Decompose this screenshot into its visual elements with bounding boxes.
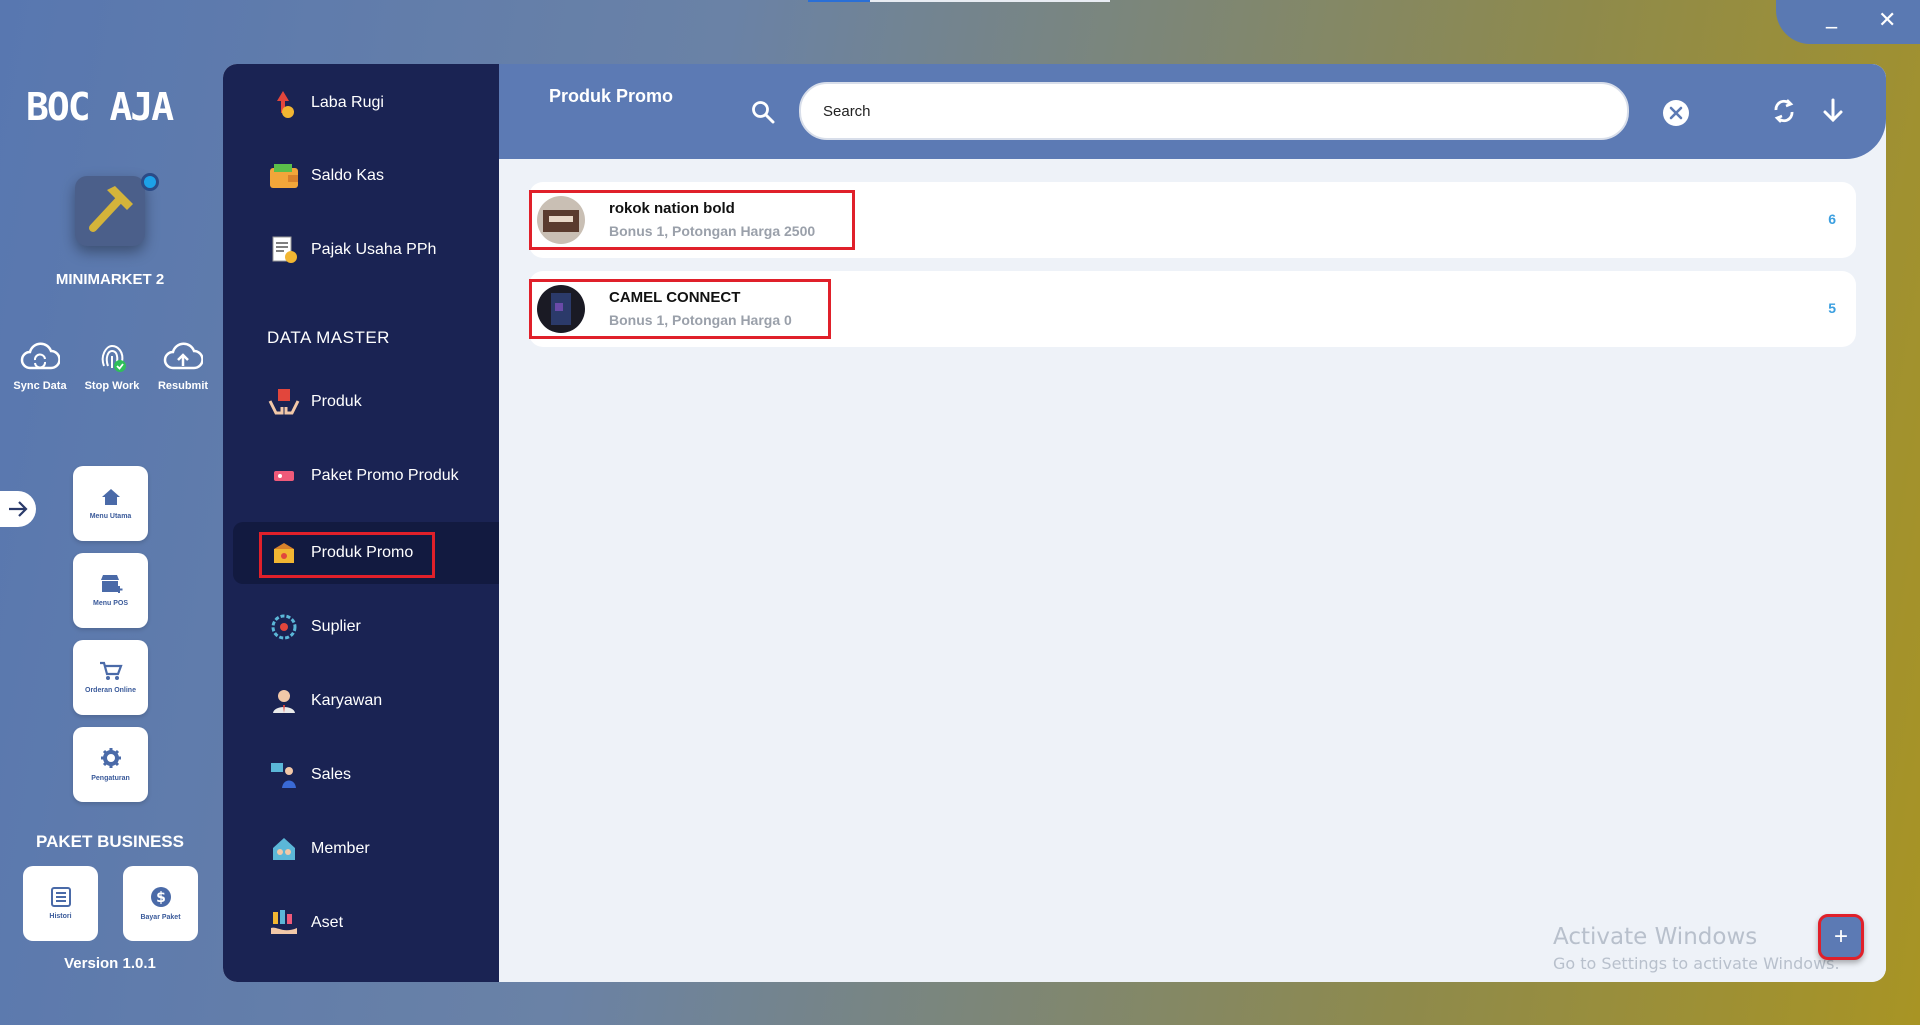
pengaturan-tile[interactable]: Pengaturan	[73, 727, 148, 802]
wallet-icon	[267, 159, 301, 193]
row-highlight	[529, 279, 831, 339]
window-controls: _ ✕	[1776, 0, 1920, 44]
orderan-online-tile[interactable]: Orderan Online	[73, 640, 148, 715]
refresh-icon[interactable]	[1772, 98, 1796, 124]
promo-quantity: 5	[1828, 300, 1836, 316]
add-promo-button[interactable]: +	[1818, 914, 1864, 960]
menu-pos-label: Menu POS	[92, 600, 128, 607]
sidebar-item-label: Sales	[311, 766, 352, 783]
expand-button[interactable]	[0, 491, 36, 527]
section-label-data-master: DATA MASTER	[267, 328, 390, 347]
search-icon[interactable]	[751, 100, 775, 124]
pengaturan-label: Pengaturan	[91, 775, 130, 782]
sidebar-item-laba-rugi[interactable]: Laba Rugi	[233, 72, 499, 134]
sidebar-item-paket-promo[interactable]: Paket Promo Produk	[233, 445, 499, 507]
stop-work-label: Stop Work	[84, 380, 140, 392]
page-title: Produk Promo	[549, 86, 674, 106]
cloud-sync-icon	[20, 342, 60, 370]
row-highlight	[529, 190, 855, 250]
dollar-icon: $	[150, 887, 171, 907]
bayar-paket-label: Bayar Paket	[140, 914, 181, 921]
sidebar-item-sales[interactable]: Sales	[233, 744, 499, 806]
hammer-icon	[89, 186, 133, 232]
sidebar-item-suplier[interactable]: Suplier	[233, 596, 499, 658]
sidebar-item-pajak-usaha[interactable]: Pajak Usaha PPh	[233, 219, 499, 281]
brand-logo: BOC AJA	[26, 85, 176, 129]
sidebar-item-label: Produk	[311, 393, 362, 410]
close-button[interactable]: ✕	[1878, 8, 1896, 33]
stop-work-button[interactable]: Stop Work	[74, 342, 150, 392]
online-status-dot	[141, 173, 159, 191]
watermark-line-1: Activate Windows	[1553, 924, 1758, 950]
member-icon	[267, 832, 301, 866]
promo-ticket-icon	[267, 459, 301, 493]
sidebar-item-karyawan[interactable]: Karyawan	[233, 670, 499, 732]
bayar-paket-tile[interactable]: $ Bayar Paket	[123, 866, 198, 941]
arrow-down-icon[interactable]	[1822, 98, 1844, 124]
sidebar-item-produk[interactable]: Produk	[233, 371, 499, 433]
svg-text:$: $	[156, 890, 166, 906]
menu-pos-tile[interactable]: Menu POS	[73, 553, 148, 628]
sync-data-button[interactable]: Sync Data	[2, 342, 78, 392]
sidebar: Laba Rugi Saldo Kas Pajak Usaha PPh DATA…	[223, 64, 499, 982]
active-item-highlight	[259, 532, 435, 578]
promo-quantity: 6	[1828, 211, 1836, 227]
sidebar-item-saldo-kas[interactable]: Saldo Kas	[233, 145, 499, 207]
sidebar-item-label: Aset	[311, 914, 344, 931]
resubmit-button[interactable]: Resubmit	[145, 342, 221, 392]
fingerprint-icon	[101, 344, 126, 372]
sidebar-item-label: Laba Rugi	[311, 94, 384, 111]
store-icon	[100, 575, 122, 593]
cart-icon	[99, 661, 123, 680]
sidebar-item-member[interactable]: Member	[233, 818, 499, 880]
menu-utama-label: Menu Utama	[89, 513, 132, 520]
employee-icon	[267, 684, 301, 718]
cloud-upload-icon	[163, 342, 203, 370]
histori-label: Histori	[49, 913, 72, 920]
list-item[interactable]: rokok nation bold Bonus 1, Potongan Harg…	[529, 182, 1856, 258]
activate-windows-watermark: Activate Windows Go to Settings to activ…	[1553, 924, 1840, 973]
brand-logo-text: BOC AJA	[26, 85, 174, 129]
list-item[interactable]: CAMEL CONNECT Bonus 1, Potongan Harga 0 …	[529, 271, 1856, 347]
sidebar-item-label: Suplier	[311, 618, 361, 635]
content-header: Produk Promo	[499, 64, 1886, 159]
sidebar-item-label: Paket Promo Produk	[311, 467, 459, 484]
list-icon	[50, 887, 71, 907]
gear-icon	[100, 748, 121, 768]
sidebar-item-aset[interactable]: Aset	[233, 892, 499, 954]
main-card: Laba Rugi Saldo Kas Pajak Usaha PPh DATA…	[223, 64, 1886, 982]
paket-title: PAKET BUSINESS	[36, 832, 184, 851]
clear-search-button[interactable]	[1663, 100, 1689, 126]
home-icon	[101, 489, 120, 505]
close-icon	[1669, 106, 1683, 120]
avatar[interactable]	[75, 176, 145, 246]
menu-utama-tile[interactable]: Menu Utama	[73, 466, 148, 541]
top-strip-accent	[808, 0, 870, 2]
version-label: Version 1.0.1	[64, 955, 156, 972]
histori-tile[interactable]: Histori	[23, 866, 98, 941]
content-area: Produk Promo Search rokok nation bold Bo…	[499, 64, 1886, 982]
sales-icon	[267, 758, 301, 792]
sidebar-item-label: Pajak Usaha PPh	[311, 241, 437, 258]
product-icon	[267, 385, 301, 419]
sidebar-item-label: Karyawan	[311, 692, 383, 709]
sync-data-label: Sync Data	[13, 380, 67, 392]
supplier-icon	[267, 610, 301, 644]
sidebar-item-label: Member	[311, 840, 370, 857]
search-input[interactable]	[799, 82, 1629, 140]
watermark-line-2: Go to Settings to activate Windows.	[1553, 954, 1840, 973]
sidebar-item-label: Saldo Kas	[311, 167, 384, 184]
store-name: MINIMARKET 2	[55, 271, 165, 288]
profit-icon	[267, 86, 301, 120]
tax-icon	[267, 233, 301, 267]
asset-icon	[267, 906, 301, 940]
arrow-right-icon	[9, 501, 28, 517]
resubmit-label: Resubmit	[157, 380, 209, 392]
minimize-button[interactable]: _	[1826, 4, 1837, 29]
orderan-online-label: Orderan Online	[85, 687, 136, 694]
